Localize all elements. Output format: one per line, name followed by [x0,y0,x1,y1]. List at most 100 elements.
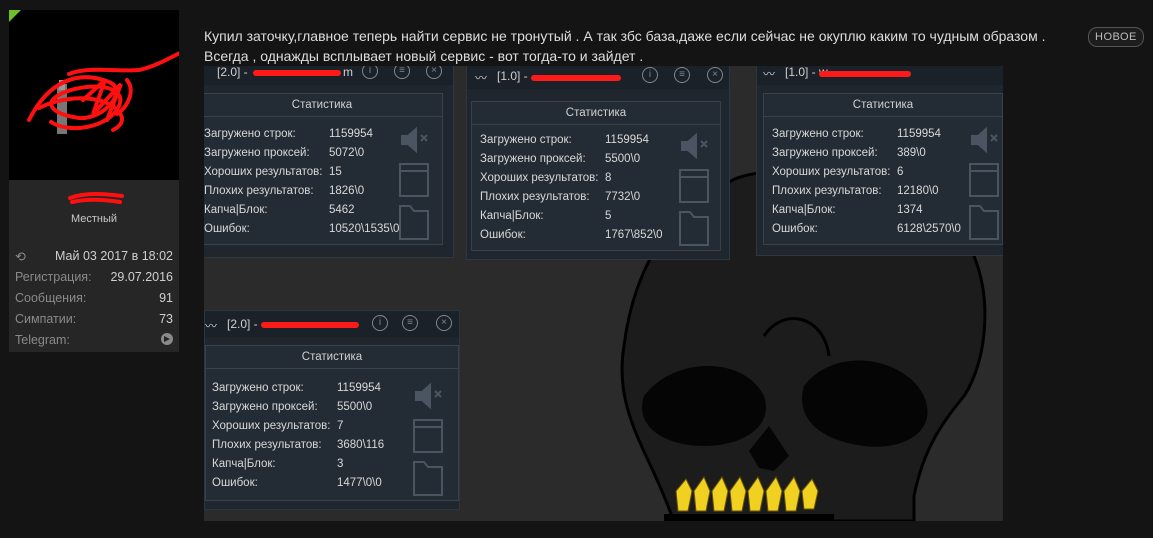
stat-key: Загружено проксей: [204,147,310,159]
stat-val: 7 [337,420,344,432]
stat-val: 6 [897,166,904,178]
close-icon[interactable]: × [426,66,442,79]
stat-key: Загружено строк: [480,134,572,146]
stat-val: 1159954 [605,134,649,146]
stat-key: Хороших результатов: [204,166,323,178]
stat-value: 91 [159,291,173,305]
window-suffix: m [343,66,353,79]
info-icon[interactable]: i [362,66,378,79]
stat-key: Плохих результатов: [204,185,314,197]
info-icon[interactable]: i [372,315,388,331]
stat-val: 1374 [897,204,923,216]
stat-val: 15 [329,166,342,178]
menu-icon[interactable]: ≡ [394,66,410,79]
new-badge: НОВОЕ [1088,27,1144,47]
attached-screenshot[interactable]: ая [2.0] - m i ≡ × Статистика Загружено … [204,66,1003,521]
stat-panel-title: Статистика [764,94,1002,117]
stat-key: Ошибок: [204,223,250,235]
user-card: Местный ⟲ Май 03 2017 в 18:02 Регистраци… [9,10,179,352]
stat-label: Симпатии: [15,312,77,326]
stat-val: 1767\852\0 [605,229,663,241]
stat-key: Плохих результатов: [480,191,590,203]
stat-label: Telegram: [15,333,70,347]
stat-key: Плохих результатов: [772,185,882,197]
stat-val: 5500\0 [337,401,373,413]
stat-label: Регистрация: [15,270,92,284]
window-header: [2.0] - m i ≡ × [204,66,453,85]
stat-key: Хороших результатов: [212,420,331,432]
stat-val: 12180\0 [897,185,939,197]
close-icon[interactable]: × [436,315,452,331]
stat-val: 7732\0 [605,191,641,203]
stat-row-likes: Симпатии: 73 [15,312,173,326]
stat-row-registration: Регистрация: 29.07.2016 [15,270,173,284]
stat-val: 389\0 [897,147,926,159]
window-version: [2.0] - [217,66,248,79]
stat-panel: Статистика Загружено строк: 1159954 Загру… [763,93,1003,245]
avatar-scribble [27,51,179,134]
side-icons [679,132,709,246]
stat-key: Хороших результатов: [480,172,599,184]
window-header: 〰 [2.0] - i ≡ × [205,311,459,337]
close-icon[interactable]: × [707,67,723,83]
window-version: [1.0] - [497,69,528,83]
stat-val: 1826\0 [329,185,365,197]
stat-key: Ошибок: [212,477,258,489]
stat-value: 29.07.2016 [110,270,173,284]
stat-value: 73 [159,312,173,326]
stat-key: Загружено проксей: [480,153,586,165]
stat-key: Ошибок: [480,229,526,241]
stat-panel: Статистика Загружено строк: 1159954 Загру… [204,93,443,245]
menu-icon[interactable]: ≡ [674,67,690,83]
stat-key: Загружено строк: [772,128,864,140]
redaction [261,322,359,328]
user-title: Местный [70,213,118,225]
side-icons [399,126,429,240]
stat-key: Капча|Блок: [212,458,276,470]
pulse-icon: 〰 [763,67,776,81]
redaction [531,75,621,81]
stat-label: Сообщения: [15,291,87,305]
redaction [253,70,341,76]
stat-key: Плохих результатов: [212,439,322,451]
pulse-icon: 〰 [205,319,218,333]
side-icons [969,126,999,240]
stat-val: 1159954 [337,382,381,394]
side-icons [413,382,443,496]
stat-row-messages: Сообщения: 91 [15,291,173,305]
stat-panel-title: Статистика [204,94,442,117]
stat-key: Загружено строк: [212,382,304,394]
stat-val: 5500\0 [605,153,641,165]
online-corner [9,10,21,22]
telegram-icon[interactable] [161,333,173,345]
stat-key: Капча|Блок: [480,210,544,222]
stat-panel-title: Статистика [472,102,720,125]
last-activity-row: ⟲ Май 03 2017 в 18:02 [15,249,173,265]
stat-val: 5462 [329,204,355,216]
pulse-icon: 〰 [475,71,488,85]
avatar[interactable] [9,10,179,180]
stat-key: Загружено строк: [204,128,296,140]
stat-val: 1477\0\0 [337,477,382,489]
stat-panel: Статистика Загружено строк: 1159954 Загру… [205,345,459,501]
stat-key: Загружено проксей: [212,401,318,413]
info-icon[interactable]: i [642,67,658,83]
stat-key: Хороших результатов: [772,166,891,178]
stat-panel-title: Статистика [206,346,458,369]
stat-key: Капча|Блок: [772,204,836,216]
last-activity: Май 03 2017 в 18:02 [54,249,173,263]
checker-window[interactable]: 〰 [1.0] - w Статистика Загружено строк: 1… [756,66,1003,256]
history-icon: ⟲ [15,249,26,264]
checker-window[interactable]: 〰 [2.0] - i ≡ × Статистика Загружено стр… [204,310,460,510]
checker-window[interactable]: 〰 [1.0] - i ≡ × Статистика Загружено стр… [466,66,730,260]
post-body: Купил заточку,главное теперь найти серви… [204,28,1046,64]
checker-window[interactable]: [2.0] - m i ≡ × Статистика Загружено стр… [204,66,454,258]
window-header: 〰 [1.0] - w [757,66,1003,85]
stat-val: 3 [337,458,344,470]
stat-panel: Статистика Загружено строк: 1159954 Загру… [471,101,721,251]
menu-icon[interactable]: ≡ [402,315,418,331]
stat-val: 5 [605,210,612,222]
window-version: [2.0] - [227,317,258,331]
window-header: 〰 [1.0] - i ≡ × [467,66,729,89]
stat-val: 5072\0 [329,147,365,159]
